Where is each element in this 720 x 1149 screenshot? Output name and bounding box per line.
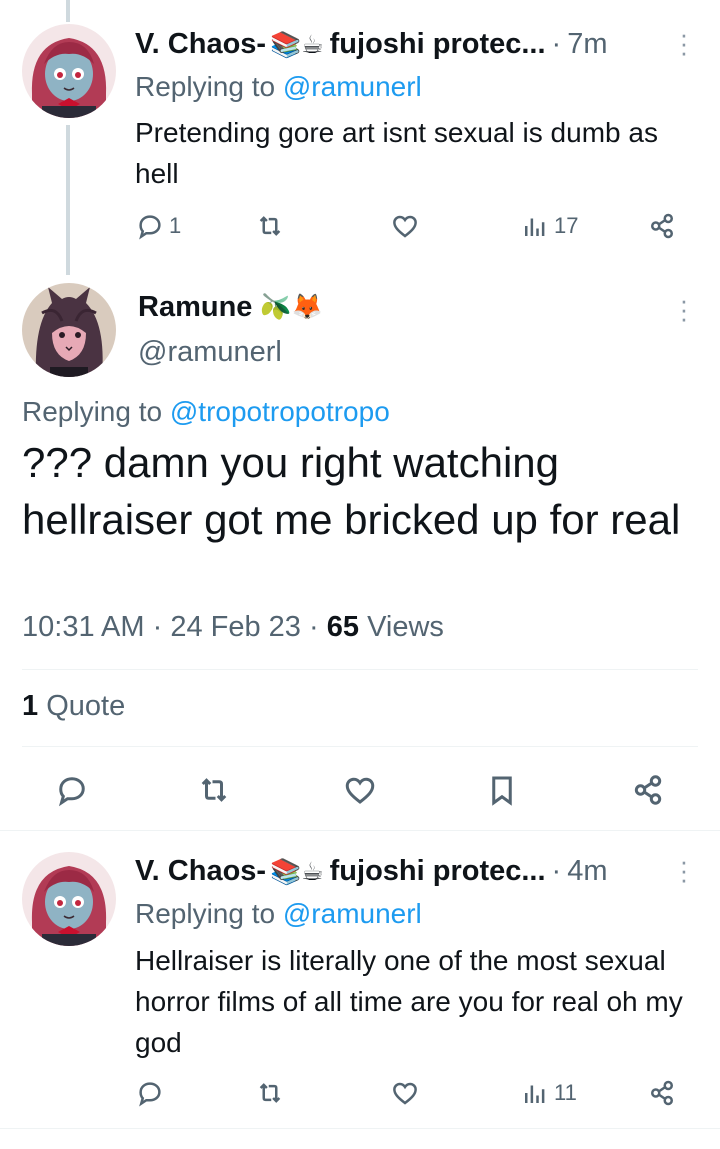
share-icon — [634, 775, 662, 805]
replying-label: Replying to — [22, 396, 163, 427]
tweet-meta: 10:31 AM · 24 Feb 23 · 65 Views — [22, 611, 444, 644]
reply-button[interactable]: 1 — [135, 206, 181, 246]
replying-handle-link[interactable]: @ramunerl — [283, 898, 422, 929]
views-icon — [525, 1085, 545, 1103]
timestamp[interactable]: 7m — [567, 28, 607, 61]
tweet-date[interactable]: 24 Feb 23 — [170, 611, 301, 643]
like-button[interactable] — [342, 770, 378, 810]
retweet-button[interactable] — [255, 1073, 285, 1113]
author-name-tail[interactable]: fujoshi protec... — [330, 855, 546, 888]
like-button[interactable] — [390, 1073, 420, 1113]
share-icon — [650, 1080, 673, 1106]
author-name[interactable]: V. Chaos- — [135, 855, 266, 888]
author-row: V. Chaos- 📚☕ fujoshi protec... · 7m — [135, 28, 608, 61]
avatar-image — [22, 852, 116, 946]
author-row: Ramune 🫒🦊 — [138, 291, 323, 324]
action-bar — [0, 770, 720, 814]
share-button[interactable] — [647, 1073, 677, 1113]
retweet-button[interactable] — [255, 206, 285, 246]
views-count: 17 — [554, 213, 579, 238]
share-button[interactable] — [647, 206, 677, 246]
avatar-image — [22, 283, 116, 377]
reply-icon — [139, 215, 161, 240]
author-handle[interactable]: @ramunerl — [138, 336, 282, 369]
tweet-text: Hellraiser is literally one of the most … — [135, 945, 683, 1058]
more-icon[interactable]: · · · — [679, 21, 689, 65]
divider — [0, 830, 720, 831]
quote-stats[interactable]: 1 Quote — [22, 690, 125, 723]
like-icon — [345, 777, 375, 804]
like-button[interactable] — [390, 206, 420, 246]
author-emoji: 📚☕ — [270, 30, 324, 59]
views-icon — [525, 218, 545, 236]
replying-handle-link[interactable]: @ramunerl — [283, 71, 422, 102]
like-icon — [393, 1082, 417, 1105]
replying-to: Replying to @ramunerl — [135, 71, 422, 103]
tweet-time[interactable]: 10:31 AM — [22, 611, 145, 643]
replying-label: Replying to — [135, 898, 276, 929]
divider — [22, 746, 698, 747]
replying-label: Replying to — [135, 71, 276, 102]
quote-label: Quote — [46, 690, 126, 722]
avatar[interactable] — [22, 852, 116, 946]
divider — [22, 669, 698, 670]
author-name[interactable]: Ramune — [138, 291, 252, 324]
retweet-icon — [259, 1083, 281, 1103]
author-name[interactable]: V. Chaos- — [135, 28, 266, 61]
replying-to: Replying to @tropotropotropo — [22, 396, 390, 428]
thread-line-middle — [66, 125, 70, 275]
reply-button[interactable] — [54, 770, 90, 810]
reply-count: 1 — [169, 213, 182, 238]
separator: · — [309, 611, 319, 643]
views-label: Views — [367, 611, 444, 643]
more-icon[interactable]: · · · — [679, 287, 689, 331]
action-bar: 1 17 — [135, 206, 680, 246]
bookmark-button[interactable] — [484, 770, 520, 810]
retweet-icon — [259, 216, 281, 236]
reply-icon — [139, 1082, 161, 1107]
thread-line-top — [66, 0, 70, 22]
avatar-image — [22, 24, 116, 118]
separator: · — [551, 855, 562, 887]
reply-icon — [58, 777, 85, 807]
author-emoji: 📚☕ — [270, 857, 324, 886]
share-icon — [650, 213, 673, 239]
share-button[interactable] — [630, 770, 666, 810]
author-emoji: 🫒🦊 — [260, 293, 323, 321]
author-name-tail[interactable]: fujoshi protec... — [330, 28, 546, 61]
views-button[interactable]: 11 — [520, 1073, 577, 1113]
retweet-button[interactable] — [196, 770, 232, 810]
more-icon[interactable]: · · · — [679, 848, 689, 892]
bookmark-icon — [492, 776, 512, 806]
action-bar: 11 — [135, 1073, 680, 1113]
views-button[interactable]: 17 — [520, 206, 578, 246]
timestamp[interactable]: 4m — [567, 855, 607, 888]
quote-count: 1 — [22, 690, 39, 722]
avatar[interactable] — [22, 24, 116, 118]
like-icon — [393, 215, 417, 238]
tweet-text: ??? damn you right watching hellraiser g… — [22, 439, 681, 543]
views-count: 65 — [326, 611, 359, 643]
avatar[interactable] — [22, 283, 116, 377]
views-count: 11 — [554, 1080, 577, 1105]
retweet-icon — [201, 778, 227, 802]
separator: · — [551, 28, 562, 60]
divider — [0, 1128, 720, 1129]
tweet-text: Pretending gore art isnt sexual is dumb … — [135, 117, 658, 189]
replying-to: Replying to @ramunerl — [135, 898, 422, 930]
replying-handle-link[interactable]: @tropotropotropo — [170, 396, 390, 427]
separator: · — [152, 611, 163, 643]
reply-button[interactable] — [135, 1073, 165, 1113]
author-row: V. Chaos- 📚☕ fujoshi protec... · 4m — [135, 855, 608, 888]
